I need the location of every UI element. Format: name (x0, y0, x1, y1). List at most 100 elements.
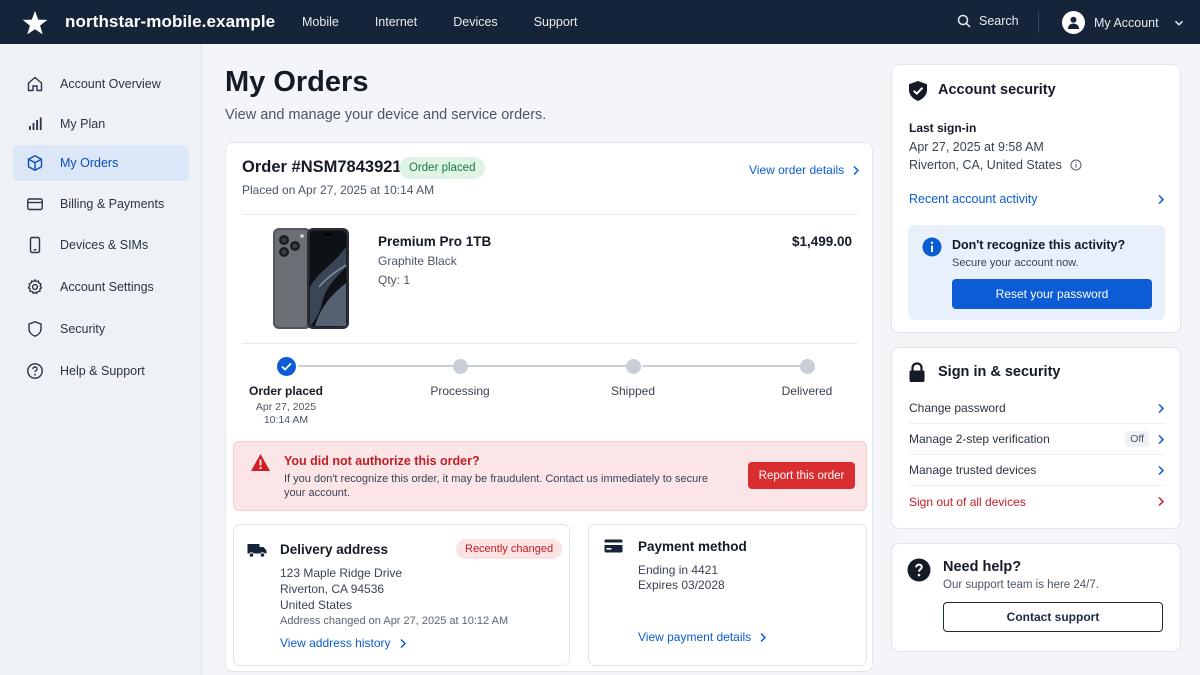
sidebar-item-account-overview[interactable]: Account Overview (13, 66, 189, 102)
reset-password-button[interactable]: Reset your password (952, 279, 1152, 309)
step-time: 10:14 AM (263, 414, 309, 426)
address-line-2: Riverton, CA 94536 (280, 582, 385, 596)
page-subtitle: View and manage your device and service … (225, 107, 547, 123)
row-label: Sign out of all devices (909, 494, 1026, 509)
sidebar-item-label: Account Overview (60, 77, 161, 91)
info-title: Don't recognize this activity? (952, 238, 1126, 252)
two-step-verification-row[interactable]: Manage 2-step verification Off (909, 424, 1165, 455)
top-bar: northstar-mobile.example Mobile Internet… (0, 0, 1200, 44)
step-pending-marker (626, 359, 641, 374)
step-label-order-placed: Order placed (248, 384, 324, 398)
user-icon (1067, 16, 1080, 29)
credit-card-icon (27, 198, 43, 211)
order-number: Order #NSM7843921 (242, 158, 402, 176)
need-help-card: Need help? Our support team is here 24/7… (891, 543, 1181, 652)
last-signin-label: Last sign-in (909, 121, 977, 135)
trusted-devices-row[interactable]: Manage trusted devices (909, 455, 1165, 486)
search-label: Search (979, 14, 1019, 28)
chevron-right-icon (1158, 465, 1165, 475)
step-label-processing: Processing (430, 384, 490, 398)
status-badge: Order placed (399, 157, 486, 179)
star-logo-icon[interactable] (22, 10, 48, 36)
report-order-button[interactable]: Report this order (748, 462, 855, 489)
product-quantity: Qty: 1 (378, 273, 411, 287)
last-signin-location-row: Riverton, CA, United States (909, 158, 1082, 172)
sidebar-item-my-orders[interactable]: My Orders (13, 145, 189, 181)
view-payment-details-link[interactable]: View payment details (638, 630, 767, 644)
view-address-history-link[interactable]: View address history (280, 636, 407, 650)
account-security-title: Account security (938, 82, 1056, 98)
nav-support[interactable]: Support (516, 0, 596, 44)
step-label-shipped: Shipped (610, 384, 656, 398)
sidebar-item-my-plan[interactable]: My Plan (13, 106, 189, 142)
help-circle-icon (27, 363, 43, 379)
recently-changed-badge: Recently changed (456, 539, 563, 559)
sidebar-item-label: My Orders (60, 156, 119, 170)
lock-icon (909, 362, 925, 382)
payment-method-card: Payment method Ending in 4421 Expires 03… (588, 524, 867, 666)
row-right: Off (1125, 431, 1165, 447)
home-icon (27, 76, 43, 92)
sign-out-all-devices-row[interactable]: Sign out of all devices (909, 486, 1165, 517)
nav-mobile[interactable]: Mobile (284, 0, 357, 44)
product-name: Premium Pro 1TB (378, 234, 492, 249)
delivery-address-title: Delivery address (280, 542, 389, 557)
gear-icon (27, 279, 43, 295)
progress-line (468, 365, 628, 367)
sidebar-item-label: Billing & Payments (60, 197, 165, 211)
card-expiry: Expires 03/2028 (638, 578, 725, 592)
need-help-subtitle: Our support team is here 24/7. (943, 579, 1099, 591)
search-button[interactable]: Search (957, 14, 1019, 28)
row-label: Manage 2-step verification (909, 432, 1050, 446)
box-icon (27, 155, 43, 171)
chevron-right-icon (399, 638, 406, 648)
chevron-right-icon (1158, 403, 1165, 413)
shield-icon (28, 321, 42, 337)
view-order-details-link[interactable]: View order details (749, 163, 860, 177)
sidebar-item-label: Help & Support (60, 364, 145, 378)
chevron-right-icon (1158, 496, 1165, 507)
change-password-row[interactable]: Change password (909, 393, 1165, 424)
chevron-right-icon (1158, 194, 1165, 204)
step-label-delivered: Delivered (781, 384, 833, 398)
sidebar-item-devices-sims[interactable]: Devices & SIMs (13, 227, 189, 263)
suspicious-activity-box: Don't recognize this activity? Secure yo… (908, 225, 1165, 320)
brand-name[interactable]: northstar-mobile.example (65, 12, 275, 32)
phone-product-image (273, 228, 349, 329)
sidebar-item-account-settings[interactable]: Account Settings (13, 269, 189, 305)
signin-security-title: Sign in & security (938, 364, 1061, 380)
search-icon (957, 14, 971, 28)
nav-devices[interactable]: Devices (435, 0, 515, 44)
sidebar: Account Overview My Plan My Orders Billi… (0, 44, 202, 675)
card-ending: Ending in 4421 (638, 563, 719, 577)
sidebar-item-help-support[interactable]: Help & Support (13, 353, 189, 389)
order-card: Order #NSM7843921 Order placed Placed on… (225, 142, 873, 672)
address-line-1: 123 Maple Ridge Drive (280, 566, 403, 580)
account-menu[interactable]: My Account (1062, 11, 1184, 34)
view-order-details-label: View order details (749, 163, 845, 177)
divider (242, 343, 858, 344)
sidebar-item-billing-payments[interactable]: Billing & Payments (13, 186, 189, 222)
info-icon[interactable] (1070, 159, 1082, 171)
nav-internet[interactable]: Internet (357, 0, 435, 44)
alert-body: If you don't recognize this order, it ma… (284, 473, 708, 499)
chevron-down-icon (1174, 20, 1183, 26)
step-date: Apr 27, 2025 (255, 401, 317, 413)
view-payment-details-label: View payment details (638, 630, 752, 644)
recent-activity-link[interactable]: Recent account activity (909, 192, 1165, 206)
product-color: Graphite Black (378, 254, 457, 268)
alert-title: You did not authorize this order? (284, 454, 480, 468)
step-complete-marker (277, 357, 296, 376)
sidebar-item-label: My Plan (60, 117, 106, 131)
need-help-title: Need help? (943, 559, 1022, 575)
step-pending-marker (800, 359, 815, 374)
row-label: Manage trusted devices (909, 463, 1037, 477)
warning-icon (251, 454, 270, 471)
contact-support-button[interactable]: Contact support (943, 602, 1163, 632)
signal-bars-icon (29, 117, 42, 130)
address-change-note: Address changed on Apr 27, 2025 at 10:12… (280, 615, 509, 627)
sidebar-item-security[interactable]: Security (13, 311, 189, 347)
chevron-right-icon (853, 165, 860, 175)
row-label: Change password (909, 401, 1006, 415)
order-placed-date: Placed on Apr 27, 2025 at 10:14 AM (242, 183, 435, 197)
